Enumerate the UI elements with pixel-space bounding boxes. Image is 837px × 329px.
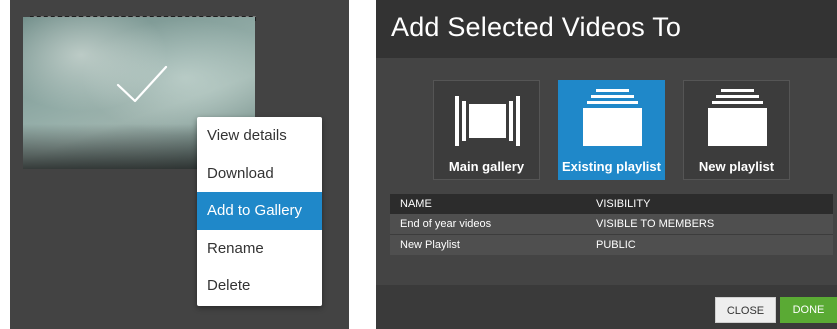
- playlist-visibility-cell: VISIBLE TO MEMBERS: [596, 218, 715, 230]
- close-button[interactable]: CLOSE: [715, 297, 776, 323]
- option-label: Existing playlist: [562, 159, 661, 174]
- table-header-row: NAME VISIBILITY: [390, 194, 833, 214]
- option-label: New playlist: [698, 159, 775, 174]
- option-main-gallery[interactable]: Main gallery: [433, 80, 540, 180]
- menu-item-download[interactable]: Download: [197, 155, 322, 193]
- option-new-playlist[interactable]: New playlist: [683, 80, 790, 180]
- add-videos-dialog: Add Selected Videos To Main gallery Exis…: [376, 0, 837, 329]
- checkmark-icon: [116, 65, 168, 103]
- done-button[interactable]: DONE: [780, 297, 837, 323]
- menu-item-rename[interactable]: Rename: [197, 230, 322, 268]
- dialog-header: Add Selected Videos To: [376, 0, 837, 58]
- table-row[interactable]: End of year videos VISIBLE TO MEMBERS: [390, 214, 833, 235]
- playlist-table: NAME VISIBILITY End of year videos VISIB…: [390, 194, 833, 255]
- menu-item-add-to-gallery[interactable]: Add to Gallery: [197, 192, 322, 230]
- playlist-name-cell: New Playlist: [400, 239, 460, 251]
- playlist-name-cell: End of year videos: [400, 218, 492, 230]
- table-row[interactable]: New Playlist PUBLIC: [390, 234, 833, 255]
- context-menu: View details Download Add to Gallery Ren…: [197, 117, 322, 306]
- playlist-visibility-cell: PUBLIC: [596, 239, 636, 251]
- column-header-visibility[interactable]: VISIBILITY: [586, 194, 833, 214]
- menu-item-delete[interactable]: Delete: [197, 267, 322, 305]
- video-grid-panel: View details Download Add to Gallery Ren…: [10, 0, 349, 329]
- menu-item-view-details[interactable]: View details: [197, 117, 322, 155]
- dialog-title: Add Selected Videos To: [391, 12, 682, 42]
- column-header-name[interactable]: NAME: [390, 194, 586, 214]
- option-existing-playlist[interactable]: Existing playlist: [558, 80, 665, 180]
- option-label: Main gallery: [448, 159, 525, 174]
